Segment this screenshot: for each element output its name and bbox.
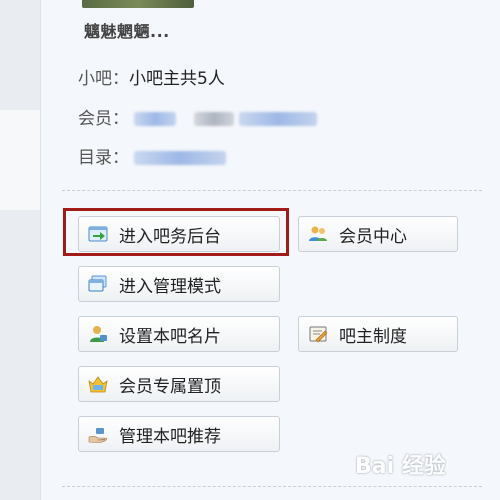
baidu-jingyan-watermark: Bai 经验	[355, 454, 446, 479]
manage-window-icon	[87, 273, 109, 295]
rules-document-icon	[307, 323, 329, 345]
member-name-blurred	[134, 112, 177, 126]
section-divider	[62, 190, 482, 191]
crown-icon	[87, 373, 109, 395]
enter-backend-highlight	[63, 208, 289, 256]
set-card-label: 设置本吧名片	[119, 326, 221, 347]
manage-mode-button[interactable]: 进入管理模式	[78, 266, 280, 302]
hand-recommend-icon	[87, 423, 109, 445]
bar-avatar-image[interactable]	[82, 0, 194, 8]
owner-rules-button[interactable]: 吧主制度	[298, 316, 458, 352]
member-row: 会员：	[78, 104, 318, 129]
bottom-divider	[62, 486, 482, 487]
catalog-label: 目录：	[78, 148, 129, 168]
set-card-button[interactable]: 设置本吧名片	[78, 316, 280, 352]
manage-recommend-label: 管理本吧推荐	[119, 426, 221, 447]
member-name-blurred-3	[239, 112, 318, 126]
member-top-label: 会员专属置顶	[119, 376, 221, 397]
manage-recommend-button[interactable]: 管理本吧推荐	[78, 416, 280, 452]
xiaoba-row: 小吧：小吧主共5人	[78, 64, 225, 89]
left-gutter	[0, 0, 40, 500]
member-center-label: 会员中心	[339, 226, 407, 247]
user-card-icon	[87, 323, 109, 345]
left-gutter-shade	[0, 110, 40, 210]
xiaoba-label: 小吧：	[78, 69, 129, 89]
owner-rules-label: 吧主制度	[339, 326, 407, 347]
catalog-value-blurred	[134, 151, 227, 165]
member-name-blurred-2	[193, 112, 234, 126]
member-top-button[interactable]: 会员专属置顶	[78, 366, 280, 402]
member-group-icon	[307, 223, 329, 245]
member-center-button[interactable]: 会员中心	[298, 216, 458, 252]
xiaoba-value: 小吧主共5人	[129, 69, 225, 89]
manage-mode-label: 进入管理模式	[119, 276, 221, 297]
bar-name[interactable]: 魑魅魍魉...	[84, 18, 170, 42]
catalog-row: 目录：	[78, 143, 227, 168]
member-label: 会员：	[78, 109, 129, 129]
